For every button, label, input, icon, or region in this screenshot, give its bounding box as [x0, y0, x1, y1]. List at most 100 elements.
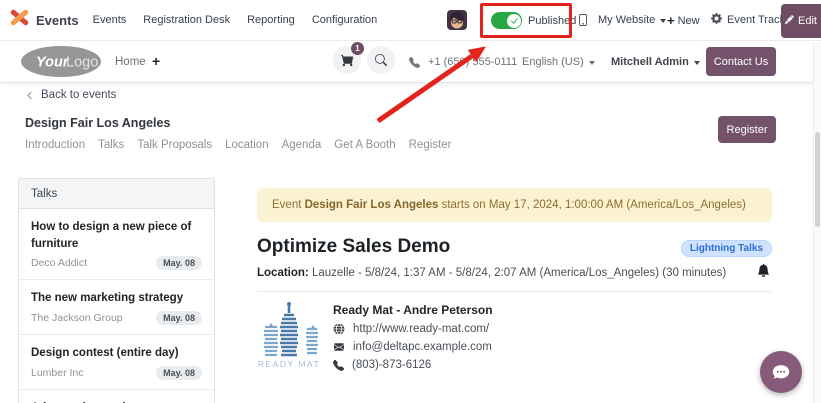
location-label: Location:: [257, 267, 309, 279]
backend-topbar: Events Events Registration Desk Reportin…: [0, 0, 821, 41]
company-name: Ready Mat - Andre Peterson: [333, 303, 493, 317]
speaker-company-card: READY MAT Ready Mat - Andre Peterson htt…: [257, 299, 772, 376]
talk-speaker: Lumber Inc: [31, 367, 84, 379]
talk-list-item[interactable]: How to design a new piece of furniture D…: [19, 209, 214, 280]
talk-speaker: The Jackson Group: [31, 312, 123, 324]
event-subnav: Introduction Talks Talk Proposals Locati…: [25, 139, 451, 151]
tab-talks[interactable]: Talks: [98, 139, 124, 151]
company-info: Ready Mat - Andre Peterson http://www.re…: [333, 299, 493, 376]
backend-topbar-left: Events Events Registration Desk Reportin…: [9, 0, 377, 40]
gear-icon: [711, 13, 722, 27]
talk-track-badge: Lightning Talks: [681, 240, 772, 257]
user-dropdown[interactable]: Mitchell Admin: [611, 56, 700, 68]
location-value: Lauzelle - 5/8/24, 1:37 AM - 5/8/24, 2:0…: [309, 267, 726, 279]
event-track-label: Event Track: [727, 14, 785, 26]
company-phone-link[interactable]: (803)-873-6126: [333, 359, 493, 371]
talk-item-meta: Deco Addict May. 08: [31, 256, 202, 270]
menu-reporting[interactable]: Reporting: [247, 14, 295, 26]
user-avatar[interactable]: [447, 10, 467, 30]
language-label: English (US): [522, 56, 584, 68]
alert-prefix: Event: [272, 199, 305, 211]
chevron-down-icon: [694, 61, 700, 65]
sidebar-header: Talks: [19, 179, 214, 209]
odoo-app-brand[interactable]: Events: [9, 9, 79, 31]
alert-suffix: starts on May 17, 2024, 1:00:00 AM (Amer…: [438, 199, 745, 211]
menu-events[interactable]: Events: [93, 14, 127, 26]
screen: Events Events Registration Desk Reportin…: [0, 0, 821, 403]
published-toggle-check-icon: [507, 14, 521, 28]
add-menu-icon[interactable]: +: [152, 53, 160, 69]
back-to-events-link[interactable]: Back to events: [25, 89, 116, 101]
nav-home-link[interactable]: Home: [115, 56, 146, 68]
publish-control: Published: [491, 12, 576, 29]
livechat-button[interactable]: [760, 351, 802, 393]
alert-event-name: Design Fair Los Angeles: [305, 199, 439, 211]
cart-icon: [341, 54, 354, 67]
scrollbar-track: [813, 42, 821, 403]
divider: [257, 291, 772, 292]
talk-date-badge: May. 08: [156, 256, 202, 270]
company-phone-number: (803)-873-6126: [352, 359, 431, 371]
talk-location: Location: Lauzelle - 5/8/24, 1:37 AM - 5…: [257, 267, 772, 279]
plus-icon: +: [667, 13, 675, 28]
talk-item-title: The new marketing strategy: [31, 290, 202, 307]
tab-location[interactable]: Location: [225, 139, 268, 151]
new-button[interactable]: + New: [667, 13, 700, 28]
chevron-down-icon: [660, 19, 666, 23]
talk-speaker: Deco Addict: [31, 257, 87, 269]
event-title: Design Fair Los Angeles: [25, 116, 170, 130]
event-track-menu[interactable]: Event Track: [711, 13, 785, 27]
tab-get-a-booth[interactable]: Get A Booth: [334, 139, 395, 151]
menu-registration-desk[interactable]: Registration Desk: [143, 14, 230, 26]
search-button[interactable]: [367, 46, 395, 74]
tab-introduction[interactable]: Introduction: [25, 139, 85, 151]
nav-phone-number: +1 (650) 555-0111: [428, 56, 517, 68]
talk-list-item[interactable]: Advanced reporting: [19, 390, 214, 403]
company-website-url: http://www.ready-mat.com/: [353, 323, 489, 335]
edit-label: Edit: [798, 15, 817, 27]
bell-icon[interactable]: [757, 264, 770, 282]
menu-configuration[interactable]: Configuration: [312, 14, 377, 26]
tab-agenda[interactable]: Agenda: [282, 139, 322, 151]
cart-count-badge: 1: [351, 42, 364, 55]
talk-item-meta: The Jackson Group May. 08: [31, 311, 202, 325]
talk-date-badge: May. 08: [156, 311, 202, 325]
my-website-label: My Website: [598, 14, 655, 26]
company-logo: READY MAT: [257, 299, 321, 376]
published-toggle[interactable]: [491, 12, 522, 29]
talk-list-item[interactable]: Design contest (entire day) Lumber Inc M…: [19, 335, 214, 390]
pencil-icon: [785, 15, 794, 27]
talk-main-content: Event Design Fair Los Angeles starts on …: [257, 188, 772, 376]
back-link-label: Back to events: [41, 89, 116, 101]
phone-icon: [333, 360, 344, 371]
globe-icon: [333, 323, 345, 335]
talk-date-badge: May. 08: [156, 366, 202, 380]
app-name: Events: [36, 13, 79, 28]
my-website-dropdown[interactable]: My Website: [598, 14, 666, 26]
mobile-preview-icon[interactable]: [577, 13, 589, 32]
chevron-down-icon: [589, 61, 595, 65]
edit-button[interactable]: Edit: [781, 4, 821, 38]
language-dropdown[interactable]: English (US): [522, 56, 595, 68]
chat-bubble-icon: [770, 361, 792, 383]
talk-item-title: Design contest (entire day): [31, 345, 202, 362]
your-logo[interactable]: Your Logo: [20, 45, 102, 83]
search-icon: [375, 54, 387, 66]
new-label: New: [678, 15, 700, 27]
tab-talk-proposals[interactable]: Talk Proposals: [137, 139, 212, 151]
nav-phone[interactable]: +1 (650) 555-0111: [409, 56, 517, 68]
company-email-link[interactable]: info@deltapc.example.com: [333, 341, 493, 353]
register-button[interactable]: Register: [718, 116, 776, 143]
talk-item-title: How to design a new piece of furniture: [31, 219, 202, 252]
envelope-icon: [333, 342, 345, 352]
company-email-address: info@deltapc.example.com: [353, 341, 492, 353]
company-website-link[interactable]: http://www.ready-mat.com/: [333, 323, 493, 335]
company-logo-caption: READY MAT: [258, 359, 320, 369]
tab-register[interactable]: Register: [409, 139, 452, 151]
scrollbar-thumb[interactable]: [815, 132, 820, 227]
talk-list-item[interactable]: The new marketing strategy The Jackson G…: [19, 280, 214, 335]
backend-menu: Events Registration Desk Reporting Confi…: [93, 14, 378, 26]
talks-sidebar: Talks How to design a new piece of furni…: [18, 178, 215, 403]
phone-icon: [409, 57, 420, 68]
contact-us-button[interactable]: Contact Us: [706, 47, 776, 76]
